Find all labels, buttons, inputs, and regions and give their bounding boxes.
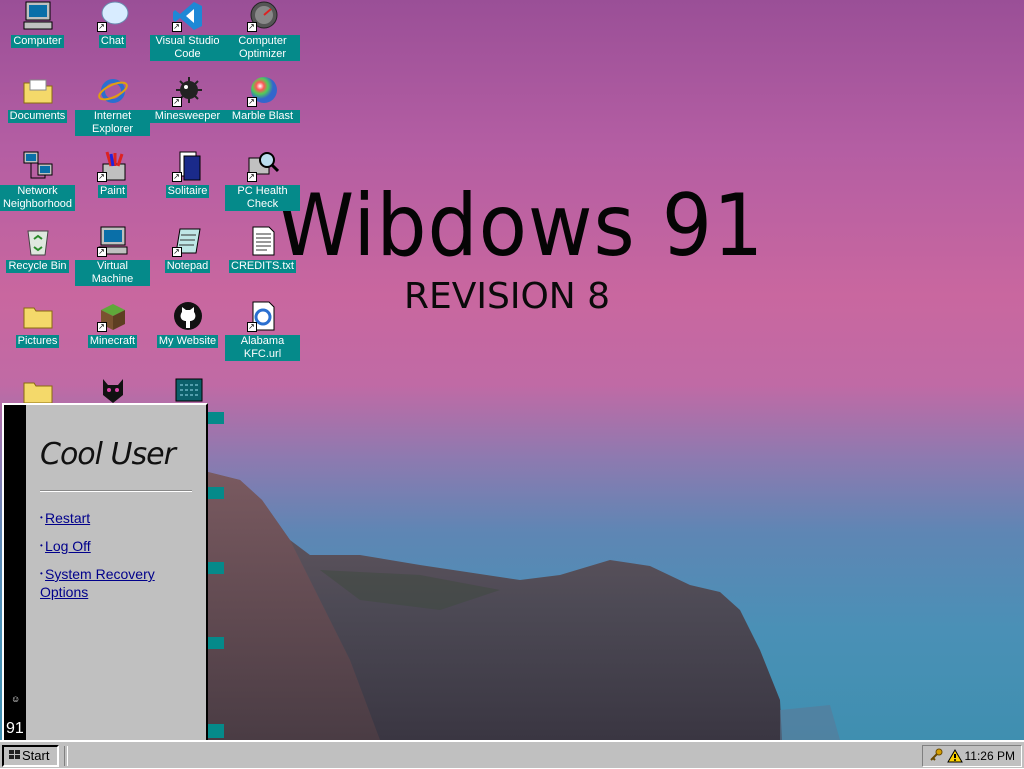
shortcut-arrow-icon: ↗ (171, 247, 182, 257)
icon-label: Minecraft (87, 335, 138, 348)
notepad-icon: ↗ (171, 225, 204, 257)
desktop-icon-computer-optimizer[interactable]: ↗ Computer Optimizer (225, 0, 300, 61)
shortcut-arrow-icon: ↗ (246, 22, 257, 32)
taskbar: Start 11:26 PM (0, 740, 1024, 768)
log-off-link[interactable]: • Log Off (40, 537, 190, 555)
warning-icon[interactable] (947, 749, 963, 769)
icon-label: Marble Blast (225, 110, 300, 123)
log-off-label[interactable]: Log Off (45, 538, 91, 554)
desktop-icon-internet-explorer[interactable]: Internet Explorer (75, 75, 150, 136)
taskbar-divider (64, 746, 68, 766)
virtual-machine-icon: ↗ (96, 225, 129, 257)
text-file-icon (247, 225, 279, 257)
desktop-icon-computer[interactable]: Computer (0, 0, 75, 48)
start-menu-sidebar: ☺ 91 (4, 405, 26, 740)
key-icon[interactable] (929, 748, 943, 768)
internet-explorer-icon (97, 75, 129, 107)
start-label: Start (22, 748, 50, 763)
paint-icon: ↗ (96, 150, 129, 182)
icon-label: Solitaire (165, 185, 210, 198)
icon-label: Chat (98, 35, 127, 48)
icon-label: PC Health Check (225, 185, 300, 211)
desktop-icon-network-neighborhood[interactable]: Network Neighborhood (0, 150, 75, 211)
url-shortcut-icon: ↗ (246, 300, 279, 332)
minesweeper-icon: ↗ (171, 75, 204, 107)
user-name: Cool User (40, 437, 176, 472)
documents-folder-icon (22, 75, 54, 107)
shortcut-arrow-icon: ↗ (171, 22, 182, 32)
recycle-bin-icon (22, 225, 54, 257)
desktop-icon-documents[interactable]: Documents (0, 75, 75, 123)
icon-label: Computer (11, 35, 64, 48)
desktop-icon-my-website[interactable]: My Website (150, 300, 225, 348)
desktop-icon-recycle-bin[interactable]: Recycle Bin (0, 225, 75, 273)
icon-label: Paint (97, 185, 128, 198)
system-recovery-options-label[interactable]: System Recovery Options (40, 566, 155, 600)
system-tray: 11:26 PM (922, 745, 1022, 767)
shortcut-arrow-icon: ↗ (96, 172, 107, 182)
shortcut-arrow-icon: ↗ (171, 172, 182, 182)
restart-label[interactable]: Restart (45, 510, 90, 526)
desktop-icon-minecraft[interactable]: ↗ Minecraft (75, 300, 150, 348)
desktop-icon-alabama-kfc-url[interactable]: ↗ Alabama KFC.url (225, 300, 300, 361)
desktop-icon-minesweeper[interactable]: ↗ Minesweeper (150, 75, 225, 123)
icon-label: Internet Explorer (75, 110, 150, 136)
desktop-icon-virtual-machine[interactable]: ↗ Virtual Machine (75, 225, 150, 286)
solitaire-icon: ↗ (171, 150, 204, 182)
desktop-icon-notepad[interactable]: ↗ Notepad (150, 225, 225, 273)
computer-icon (22, 0, 54, 32)
desktop-icon-pc-health-check[interactable]: ↗ PC Health Check (225, 150, 300, 211)
icon-label: Notepad (164, 260, 211, 273)
system-recovery-options-link[interactable]: • System Recovery Options (40, 565, 190, 601)
desktop-icon-credits-txt[interactable]: CREDITS.txt (225, 225, 300, 273)
desktop-icon-paint[interactable]: ↗ Paint (75, 150, 150, 198)
minecraft-icon: ↗ (96, 300, 129, 332)
restart-link[interactable]: • Restart (40, 509, 190, 527)
icon-label: Alabama KFC.url (225, 335, 300, 361)
pictures-folder-icon (22, 300, 54, 332)
icon-label: Recycle Bin (6, 260, 69, 273)
desktop-icon-visual-studio-code[interactable]: ↗ Visual Studio Code (150, 0, 225, 61)
icon-label: My Website (156, 335, 219, 348)
shortcut-arrow-icon: ↗ (246, 172, 257, 182)
icon-label: Visual Studio Code (150, 35, 225, 61)
marble-blast-icon: ↗ (246, 75, 279, 107)
icon-label: Documents (7, 110, 68, 123)
shortcut-arrow-icon: ↗ (246, 322, 257, 332)
desktop-icon-pictures[interactable]: Pictures (0, 300, 75, 348)
desktop-icon-solitaire[interactable]: ↗ Solitaire (150, 150, 225, 198)
icon-label: Network Neighborhood (0, 185, 75, 211)
icon-label: Virtual Machine (75, 260, 150, 286)
divider (40, 490, 192, 492)
icon-label: Minesweeper (150, 110, 225, 123)
shortcut-arrow-icon: ↗ (96, 322, 107, 332)
sidebar-version: 91 (6, 720, 24, 737)
icon-label: Pictures (15, 335, 60, 348)
pc-health-check-icon: ↗ (246, 150, 279, 182)
chat-icon: ↗ (96, 0, 129, 32)
desktop-icon-chat[interactable]: ↗ Chat (75, 0, 150, 48)
shortcut-arrow-icon: ↗ (96, 247, 107, 257)
network-icon (22, 150, 54, 182)
windows-logo-icon (8, 747, 22, 765)
optimizer-icon: ↗ (246, 0, 279, 32)
shortcut-arrow-icon: ↗ (96, 22, 107, 32)
icon-label: Computer Optimizer (225, 35, 300, 61)
smile-icon: ☺ (11, 694, 21, 704)
desktop-icon-marble-blast[interactable]: ↗ Marble Blast (225, 75, 300, 123)
github-icon (172, 300, 204, 332)
clock[interactable]: 11:26 PM (965, 746, 1015, 766)
shortcut-arrow-icon: ↗ (171, 97, 182, 107)
vscode-icon: ↗ (171, 0, 204, 32)
start-menu[interactable]: ☺ 91 Cool User • Restart • Log Off • Sys… (2, 403, 208, 742)
start-button[interactable]: Start (2, 745, 59, 767)
shortcut-arrow-icon: ↗ (246, 97, 257, 107)
icon-label: CREDITS.txt (229, 260, 296, 273)
